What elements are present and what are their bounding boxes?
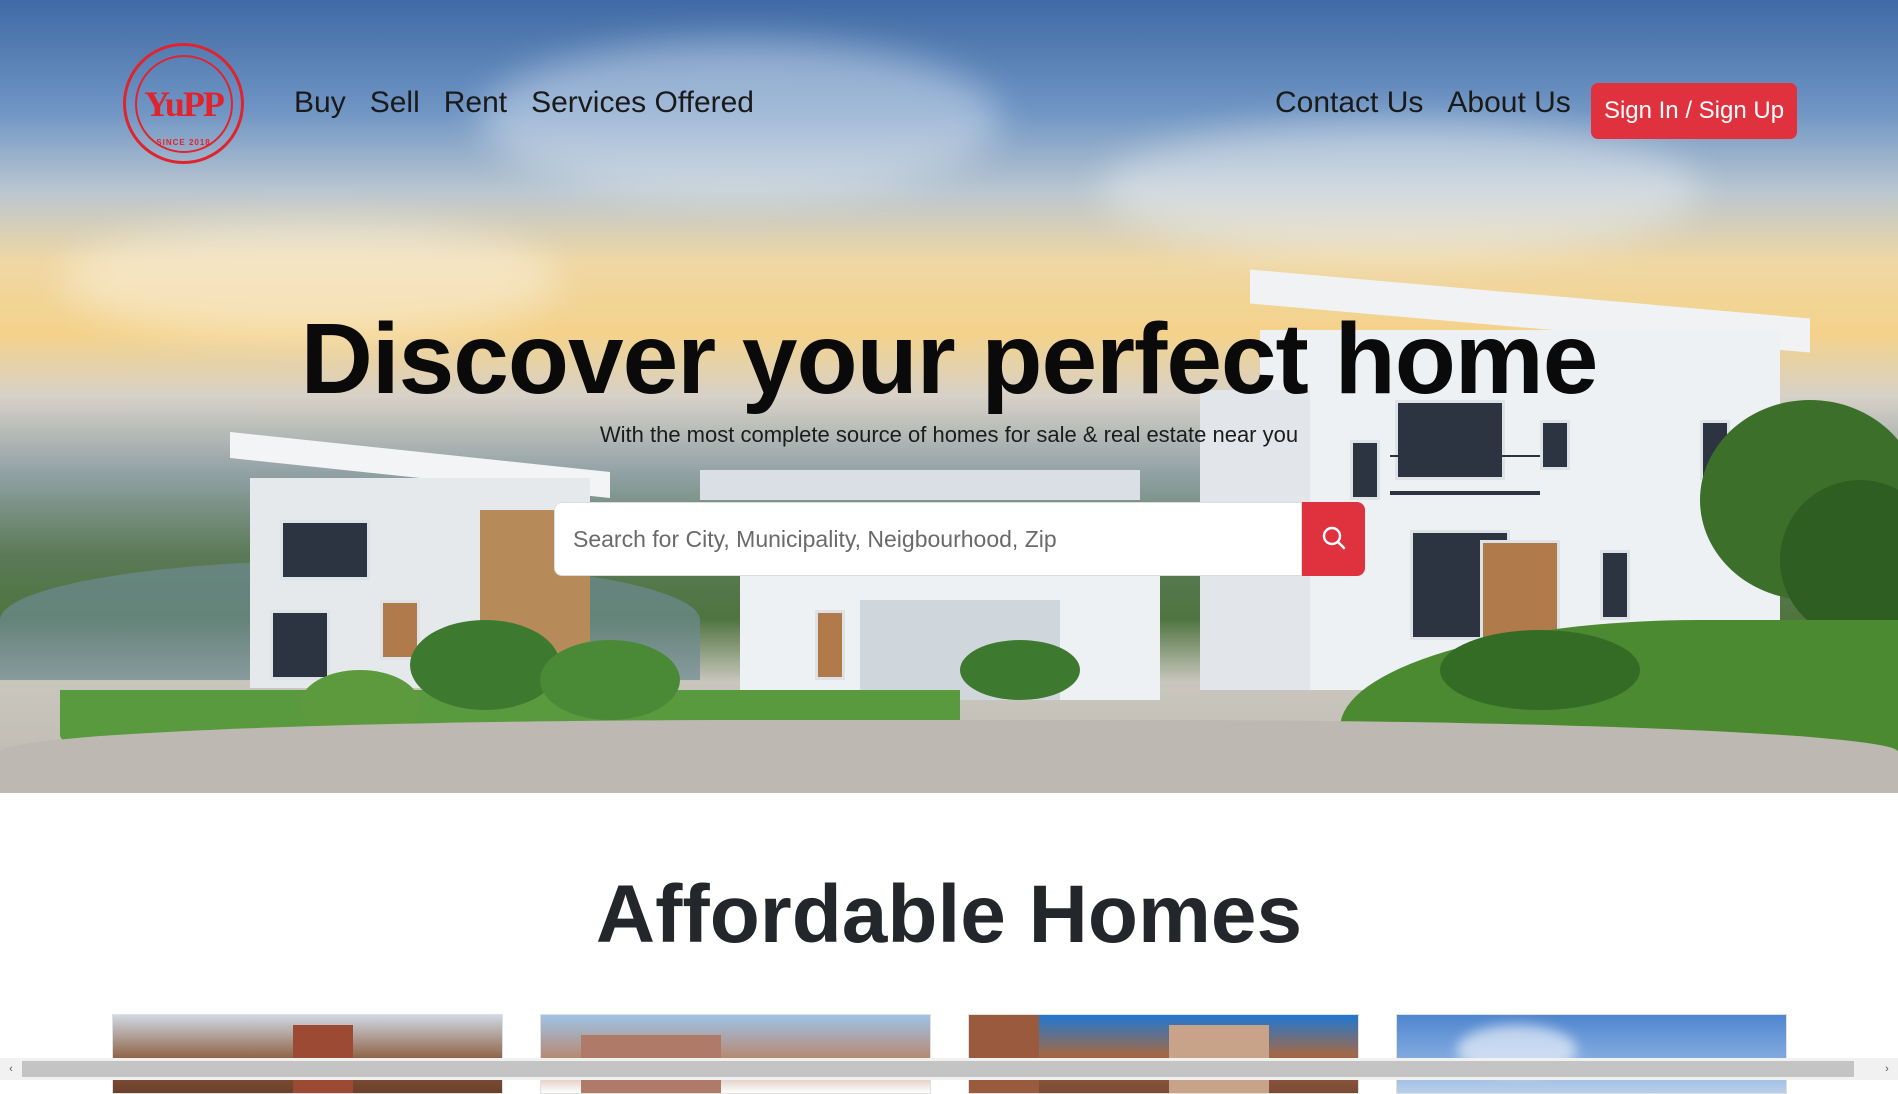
search-icon [1321,525,1347,554]
hero-title: Discover your perfect home [300,303,1599,415]
nav-sell[interactable]: Sell [370,86,420,120]
bush [410,620,560,710]
scroll-left-icon[interactable]: ‹ [3,1061,19,1077]
section-title-affordable-homes: Affordable Homes [595,869,1303,960]
bush [1440,630,1640,710]
window [815,610,845,680]
nav-contact-us[interactable]: Contact Us [1275,86,1423,120]
search-button[interactable] [1302,502,1365,576]
hero-subtitle: With the most complete source of homes f… [599,422,1299,447]
bush [960,640,1080,700]
scrollbar-thumb[interactable] [22,1061,1854,1077]
sign-in-sign-up-button[interactable]: Sign In / Sign Up [1591,83,1797,139]
brick-wall [969,1015,1039,1093]
nav-left: Buy Sell Rent Services Offered [294,86,754,120]
navbar: YuPP SINCE 2018 Buy Sell Rent Services O… [0,0,1898,220]
search-input[interactable] [554,502,1302,576]
nav-right: Contact Us About Us [1275,86,1571,120]
window [1350,440,1380,500]
brand-logo[interactable]: YuPP SINCE 2018 [123,43,244,164]
home-card-image[interactable] [1396,1014,1787,1094]
balcony-railing [1390,455,1540,495]
window [1480,540,1560,640]
bush [540,640,680,720]
nav-about-us[interactable]: About Us [1447,86,1570,120]
window [1600,550,1630,620]
house-roof [700,470,1140,500]
scroll-right-icon[interactable]: › [1879,1061,1895,1077]
home-card-image[interactable] [540,1014,931,1094]
window [270,610,330,680]
home-card-image[interactable] [968,1014,1359,1094]
horizontal-scrollbar[interactable]: ‹ › [0,1058,1898,1080]
nav-rent[interactable]: Rent [444,86,507,120]
window [280,520,370,580]
search-bar [554,502,1365,576]
nav-buy[interactable]: Buy [294,86,346,120]
home-card-image[interactable] [112,1014,503,1094]
driveway [0,720,1898,793]
logo-tagline: SINCE 2018 [156,138,211,147]
nav-services-offered[interactable]: Services Offered [531,86,754,120]
